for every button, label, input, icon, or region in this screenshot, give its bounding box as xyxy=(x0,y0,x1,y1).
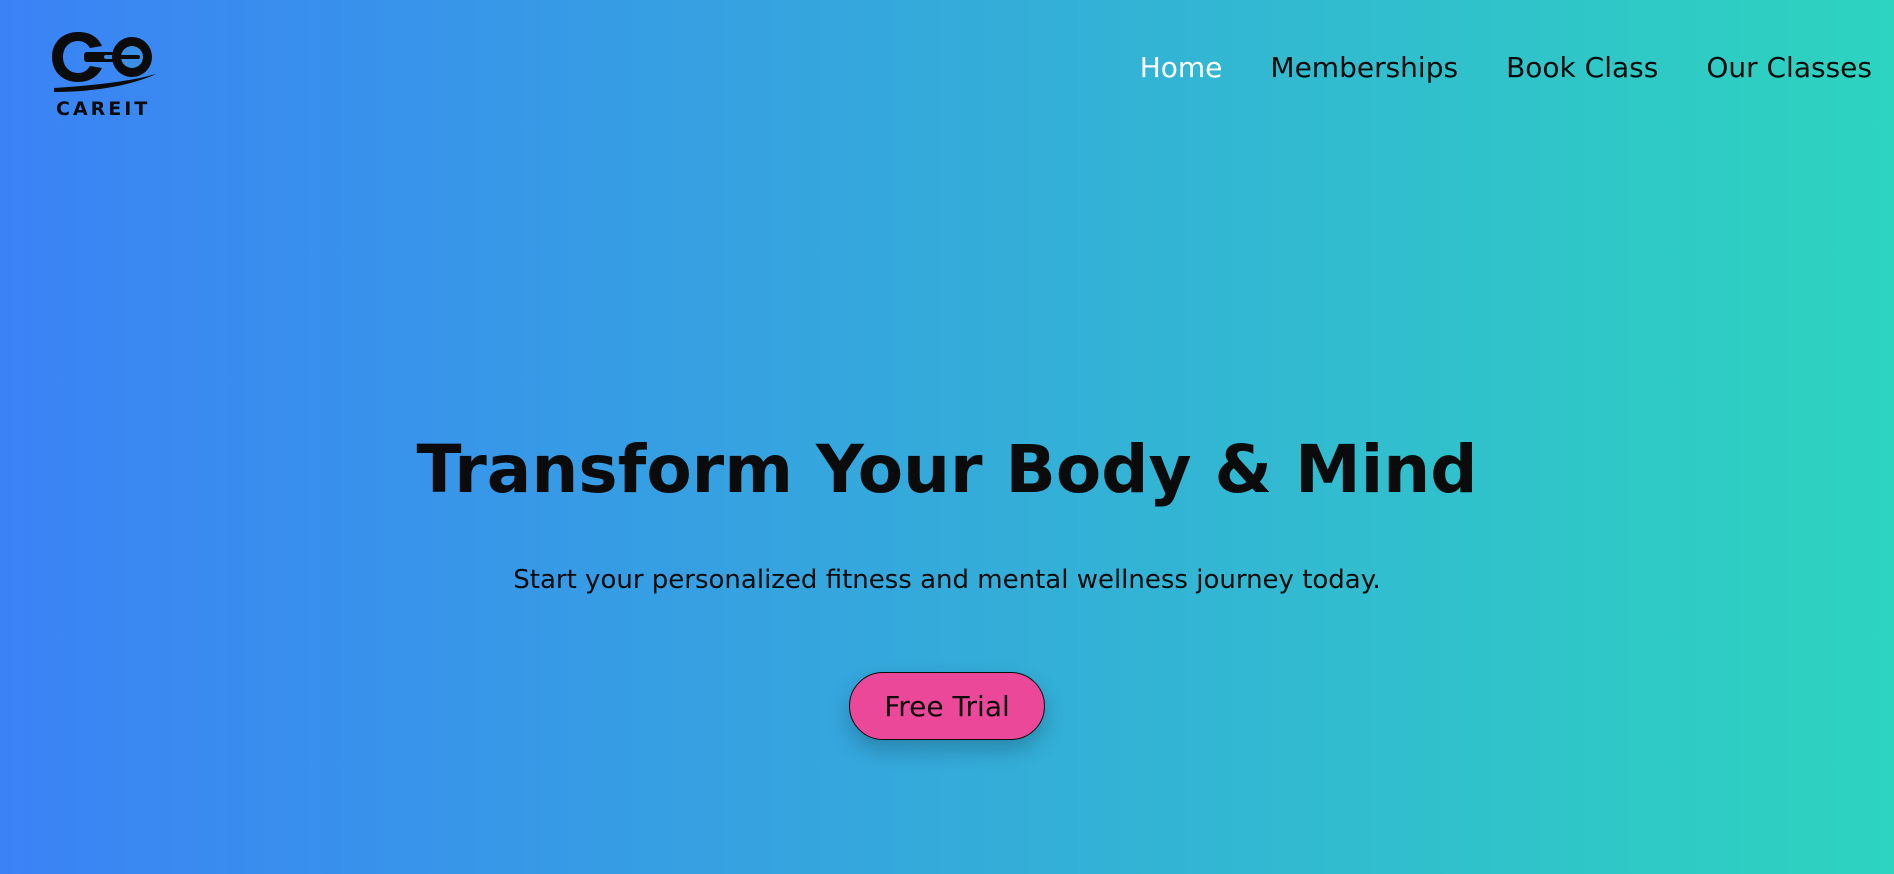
site-header: CAREIT Home Memberships Book Class Our C… xyxy=(0,0,1894,140)
hero-title: Transform Your Body & Mind xyxy=(416,431,1478,508)
hero-subtitle: Start your personalized fitness and ment… xyxy=(513,565,1381,596)
dumbbell-logo-icon xyxy=(52,32,156,92)
nav-book-class[interactable]: Book Class xyxy=(1506,54,1658,82)
nav-memberships[interactable]: Memberships xyxy=(1270,54,1458,82)
nav-our-classes[interactable]: Our Classes xyxy=(1706,54,1872,82)
brand-logo[interactable]: CAREIT xyxy=(48,26,158,124)
hero-section: Transform Your Body & Mind Start your pe… xyxy=(0,430,1894,596)
brand-name: CAREIT xyxy=(56,98,151,120)
nav-home[interactable]: Home xyxy=(1140,54,1223,82)
main-nav: Home Memberships Book Class Our Classes xyxy=(1140,54,1872,82)
free-trial-button[interactable]: Free Trial xyxy=(849,672,1045,740)
